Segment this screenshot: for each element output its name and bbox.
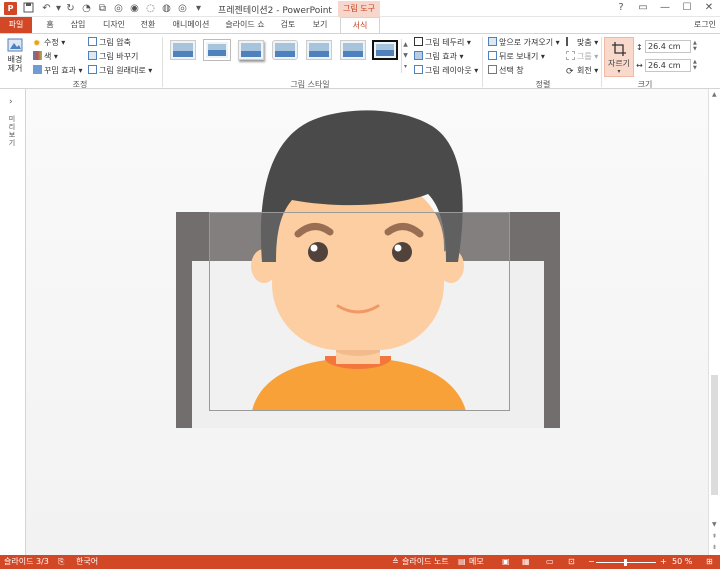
zoom-level[interactable]: 50 % — [672, 555, 692, 569]
zoom-out-icon[interactable]: − — [588, 555, 595, 569]
previous-slide-icon[interactable]: ⇞ — [712, 533, 717, 540]
spell-check-icon[interactable]: ⎘ — [58, 555, 64, 569]
scroll-down-icon[interactable]: ▼ — [712, 521, 717, 528]
slideshow-view-icon[interactable]: ⊡ — [568, 555, 575, 569]
zoom-in-icon[interactable]: + — [660, 555, 667, 569]
fit-to-window-icon[interactable]: ⊞ — [706, 555, 713, 569]
status-bar: 슬라이드 3/3 ⎘ 한국어 ≙ 슬라이드 노트 ▤ 메모 ▣ ▦ ▭ ⊡ − … — [0, 555, 720, 569]
notes-button[interactable]: 슬라이드 노트 — [402, 555, 449, 569]
slide-counter: 슬라이드 3/3 — [4, 557, 49, 566]
comments-icon[interactable]: ▤ — [458, 555, 466, 569]
zoom-slider-knob[interactable] — [624, 559, 627, 566]
slide-sorter-icon[interactable]: ▦ — [522, 555, 530, 569]
normal-view-icon[interactable]: ▣ — [502, 555, 510, 569]
scrollbar-thumb[interactable] — [711, 375, 718, 495]
language-indicator[interactable]: 한국어 — [76, 555, 98, 569]
comments-button[interactable]: 메모 — [469, 555, 484, 569]
notes-icon[interactable]: ≙ — [392, 555, 399, 569]
next-slide-icon[interactable]: ⇟ — [712, 544, 717, 551]
crop-frame[interactable] — [209, 212, 510, 411]
scroll-up-icon[interactable]: ▲ — [712, 91, 717, 98]
vertical-scrollbar[interactable]: ▲ ▼ ⇞ ⇟ — [708, 89, 720, 555]
reading-view-icon[interactable]: ▭ — [546, 555, 554, 569]
